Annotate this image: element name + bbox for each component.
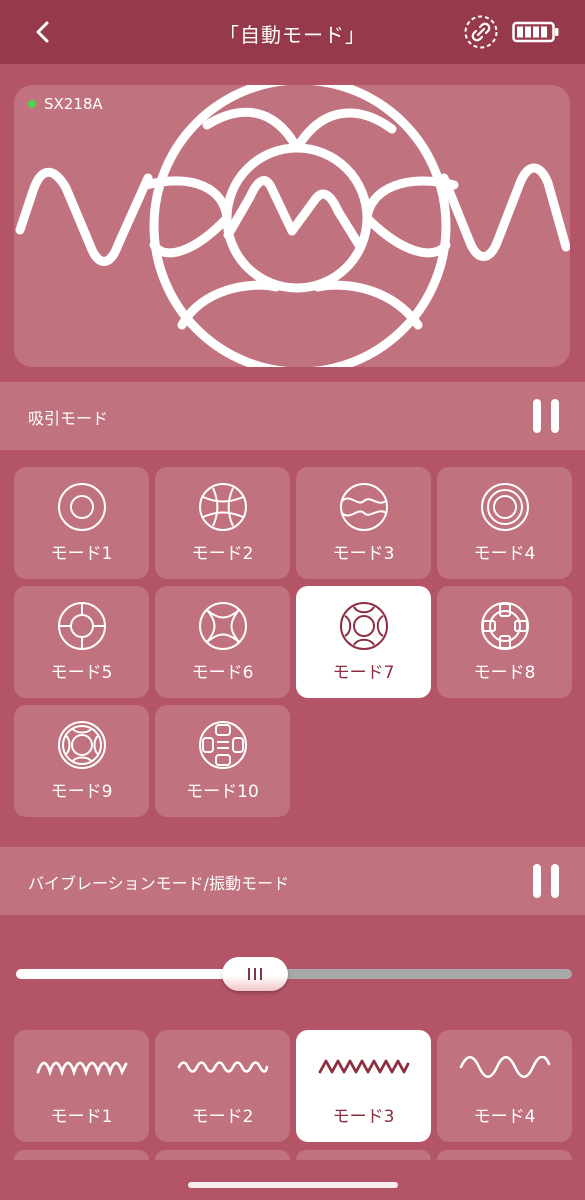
link-dashed-circle-icon[interactable] bbox=[463, 14, 499, 50]
sine-wave-icon bbox=[459, 1056, 551, 1078]
vibration-pause-button[interactable] bbox=[533, 864, 559, 898]
vibration-mode-label: モード1 bbox=[50, 1107, 113, 1127]
small-wave-icon bbox=[177, 1061, 269, 1073]
suction-pause-button[interactable] bbox=[533, 399, 559, 433]
suction-mode-1-tile[interactable]: モード1 bbox=[14, 467, 149, 579]
pause-icon bbox=[533, 399, 541, 433]
home-indicator bbox=[188, 1182, 398, 1188]
suction-mode-5-tile[interactable]: モード5 bbox=[14, 586, 149, 698]
suction-mode-3-tile[interactable]: モード3 bbox=[296, 467, 431, 579]
vibration-mode-header: バイブレーションモード/振動モード bbox=[0, 847, 585, 915]
sharp-zigzag-icon bbox=[318, 1059, 410, 1074]
suction-mode-label: モード8 bbox=[473, 663, 536, 683]
grid-circle-icon bbox=[199, 721, 247, 769]
partial-tile bbox=[296, 1150, 431, 1160]
triple-ring-icon bbox=[481, 483, 529, 531]
suction-mode-2-tile[interactable]: モード2 bbox=[155, 467, 290, 579]
zigzag-wave-icon bbox=[36, 1061, 128, 1077]
suction-mode-label: モード1 bbox=[50, 544, 113, 564]
lifebuoy-icon bbox=[58, 602, 106, 650]
partial-tile bbox=[14, 1150, 149, 1160]
suction-mode-label: モード9 bbox=[50, 782, 113, 802]
vibration-mode-3-tile[interactable]: モード3 bbox=[296, 1030, 431, 1142]
vibration-mode-label: モード4 bbox=[473, 1107, 536, 1127]
device-name: SX218A bbox=[44, 95, 103, 113]
suction-mode-label: モード3 bbox=[332, 544, 395, 564]
navigation-bar: 「自動モード」 bbox=[0, 0, 585, 64]
vibration-intensity-slider[interactable] bbox=[16, 955, 572, 993]
partial-tile bbox=[155, 1150, 290, 1160]
suction-mode-label: モード10 bbox=[186, 782, 259, 802]
cross-ring-icon bbox=[481, 602, 529, 650]
suction-mode-7-tile[interactable]: モード7 bbox=[296, 586, 431, 698]
slider-fill bbox=[16, 969, 255, 979]
device-card: SX218A bbox=[14, 85, 570, 367]
double-lifebuoy-icon bbox=[58, 721, 106, 769]
concentric-circle-icon bbox=[58, 483, 106, 531]
partial-tile bbox=[437, 1150, 572, 1160]
suction-mode-10-tile[interactable]: モード10 bbox=[155, 705, 290, 817]
battery-icon bbox=[512, 21, 559, 43]
suction-mode-label: モード5 bbox=[50, 663, 113, 683]
x-petal-circle-icon bbox=[199, 602, 247, 650]
vibration-mode-1-tile[interactable]: モード1 bbox=[14, 1030, 149, 1142]
wave-circle-icon bbox=[340, 483, 388, 531]
suction-mode-label: モード6 bbox=[191, 663, 254, 683]
suction-mode-label: モード7 bbox=[332, 663, 395, 683]
suction-mode-header: 吸引モード bbox=[0, 382, 585, 450]
suction-mode-label: モード2 bbox=[191, 544, 254, 564]
suction-mode-6-tile[interactable]: モード6 bbox=[155, 586, 290, 698]
vibration-mode-4-tile[interactable]: モード4 bbox=[437, 1030, 572, 1142]
ball-icon bbox=[199, 483, 247, 531]
slider-thumb[interactable] bbox=[222, 957, 288, 991]
vibration-mode-label: モード2 bbox=[191, 1107, 254, 1127]
suction-mode-9-tile[interactable]: モード9 bbox=[14, 705, 149, 817]
lifebuoy-ring-icon bbox=[340, 602, 388, 650]
vibration-mode-label: バイブレーションモード/振動モード bbox=[28, 874, 290, 893]
connection-status-dot bbox=[28, 100, 36, 108]
vibration-mode-2-tile[interactable]: モード2 bbox=[155, 1030, 290, 1142]
suction-mode-label: モード4 bbox=[473, 544, 536, 564]
suction-mode-8-tile[interactable]: モード8 bbox=[437, 586, 572, 698]
mode-preview-illustration bbox=[15, 85, 570, 367]
suction-mode-4-tile[interactable]: モード4 bbox=[437, 467, 572, 579]
vibration-mode-label: モード3 bbox=[332, 1107, 395, 1127]
suction-mode-label: 吸引モード bbox=[28, 409, 109, 428]
pause-icon bbox=[533, 864, 541, 898]
slider-track bbox=[255, 969, 572, 979]
device-status: SX218A bbox=[28, 95, 103, 113]
